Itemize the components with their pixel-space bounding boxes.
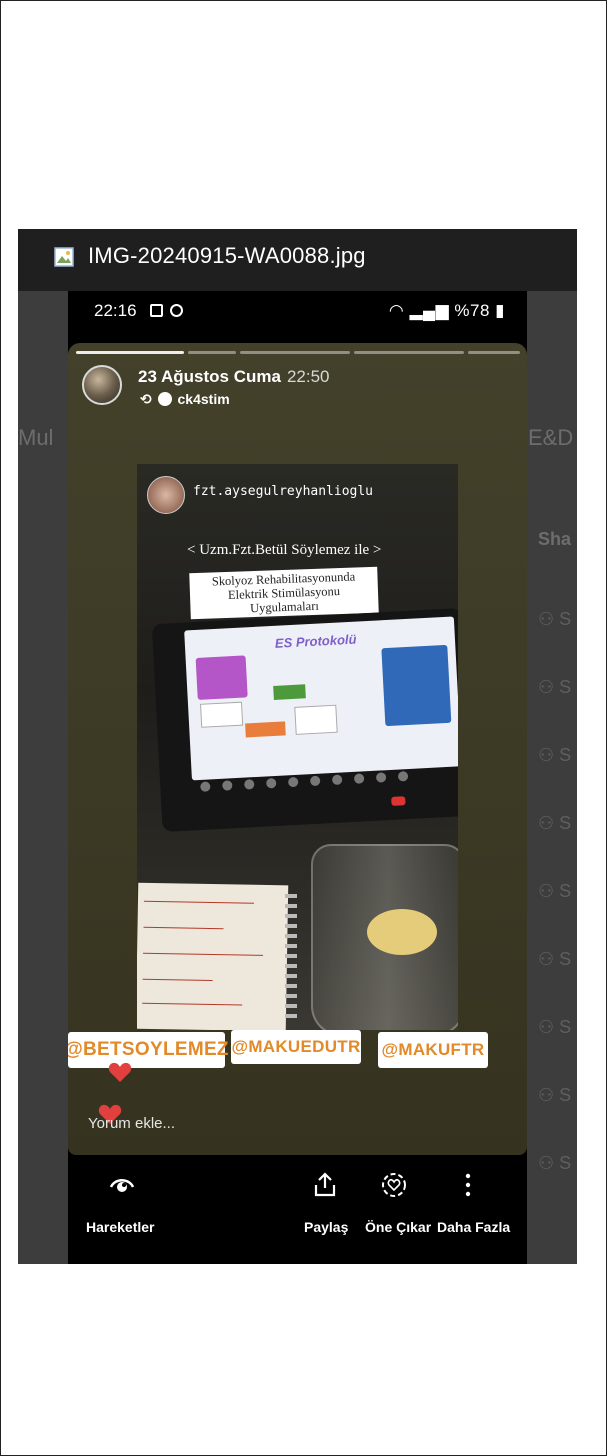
comment-input[interactable]: Yorum ekle...: [88, 1115, 175, 1132]
people-icon: ⚇ S: [538, 677, 572, 697]
story-progress-1: [76, 351, 184, 354]
handwriting-line: [143, 900, 254, 904]
signal-icon: ▂▄▆: [409, 301, 450, 320]
notebook-rings: [285, 894, 297, 1024]
status-bar: 22:16 ◠ ▂▄▆ %78 ▮: [68, 291, 527, 331]
handwriting-line: [142, 1002, 243, 1006]
participant-dot: [309, 775, 321, 787]
people-icon: ⚇ S: [538, 949, 572, 969]
bg-text-share: Sha: [538, 529, 572, 549]
mention-sticker[interactable]: @BETSOYLEMEZ: [68, 1032, 229, 1068]
people-icon: ⚇ S: [538, 881, 572, 901]
caption-line-2: Skolyoz Rehabilitasyonunda Elektrik Stim…: [189, 566, 379, 620]
repost-user: ck4stim: [177, 391, 230, 407]
people-icon: ⚇ S: [538, 1085, 572, 1105]
share-button[interactable]: Paylaş: [304, 1219, 348, 1235]
people-icon: ⚇ S: [538, 1017, 572, 1037]
phone-screenshot: 22:16 ◠ ▂▄▆ %78 ▮ 23 Ağustos Cuma 22:50 ⟲…: [68, 291, 527, 1264]
photo-username: fzt.aysegulreyhanlioglu: [193, 484, 374, 499]
story-time: 22:50: [286, 367, 330, 386]
status-time: 22:16: [94, 301, 137, 320]
slide-block: [195, 655, 248, 700]
story-progress-5: [468, 351, 520, 354]
caption-line-1: < Uzm.Fzt.Betül Söylemez ile >: [187, 542, 382, 558]
participant-dot: [375, 772, 387, 783]
participant-dot: [397, 771, 409, 782]
story-progress-3: [240, 351, 350, 354]
slide-block: [381, 644, 452, 727]
activity-eye-icon[interactable]: [108, 1171, 136, 1199]
story-action-bar: Hareketler Paylaş Öne Çıkar Daha Fazla: [68, 1155, 527, 1264]
share-icon[interactable]: [311, 1171, 339, 1199]
end-call-icon: [391, 796, 406, 806]
people-icon: ⚇ S: [538, 745, 572, 765]
bg-text-left: Mul: [18, 425, 54, 450]
slide-block: [245, 721, 286, 738]
slide-title: ES Protokolü: [274, 631, 357, 651]
participant-dot: [222, 780, 233, 791]
mention-sticker[interactable]: @MAKUEDUTR: [231, 1030, 361, 1064]
presentation-slide: ES Protokolü: [184, 616, 458, 781]
slide-block: [273, 684, 306, 700]
story-photo: fzt.aysegulreyhanlioglu < Uzm.Fzt.Betül …: [137, 464, 458, 1030]
laptop: ES Protokolü: [151, 608, 458, 832]
more-button[interactable]: Daha Fazla: [437, 1219, 510, 1235]
whatsapp-icon: [170, 304, 183, 317]
viewer-title-bar: IMG-20240915-WA0088.jpg: [18, 229, 577, 291]
more-vertical-icon[interactable]: [454, 1171, 482, 1199]
handwriting-line: [143, 952, 264, 956]
mention-sticker[interactable]: @MAKUFTR: [378, 1032, 488, 1068]
battery-text: %78: [454, 301, 490, 320]
avatar[interactable]: [82, 365, 122, 405]
repost-row[interactable]: ⟲ ck4stim: [140, 391, 230, 408]
slide-block: [294, 704, 338, 735]
notebook: [137, 882, 289, 1030]
lemon-slice: [367, 909, 437, 955]
mini-avatar: [157, 392, 172, 406]
story-progress-2: [188, 351, 236, 354]
image-file-icon: [54, 247, 74, 267]
highlight-heart-icon[interactable]: [380, 1171, 408, 1199]
participant-dot: [287, 776, 299, 788]
status-right: ◠ ▂▄▆ %78 ▮: [389, 301, 505, 321]
activity-button[interactable]: Hareketler: [86, 1219, 155, 1235]
people-icon: ⚇ S: [538, 609, 572, 629]
wifi-icon: ◠: [388, 301, 405, 320]
highlight-button[interactable]: Öne Çıkar: [365, 1219, 431, 1235]
people-icon: ⚇ S: [538, 1153, 572, 1173]
battery-icon: ▮: [495, 301, 505, 320]
gallery-icon: [150, 304, 163, 317]
participant-dot: [331, 774, 343, 786]
participant-dot: [353, 773, 365, 784]
file-name: IMG-20240915-WA0088.jpg: [88, 243, 366, 268]
photo-user-avatar: [147, 476, 185, 514]
repost-icon: ⟲: [140, 391, 152, 407]
participant-dot: [200, 781, 211, 792]
handwriting-line: [142, 978, 213, 982]
story-date-text: 23 Ağustos Cuma: [138, 367, 281, 386]
bg-text-right: E&D: [528, 425, 574, 450]
story-date: 23 Ağustos Cuma 22:50: [138, 367, 330, 387]
participant-dot: [244, 779, 255, 790]
slide-block: [200, 701, 244, 728]
people-icon: ⚇ S: [538, 813, 572, 833]
heart-icon: [108, 1062, 132, 1082]
story-progress-4: [354, 351, 464, 354]
story-card[interactable]: 23 Ağustos Cuma 22:50 ⟲ ck4stim fzt.ayseg…: [68, 343, 527, 1155]
participant-dot: [265, 777, 277, 789]
handwriting-line: [143, 926, 224, 930]
